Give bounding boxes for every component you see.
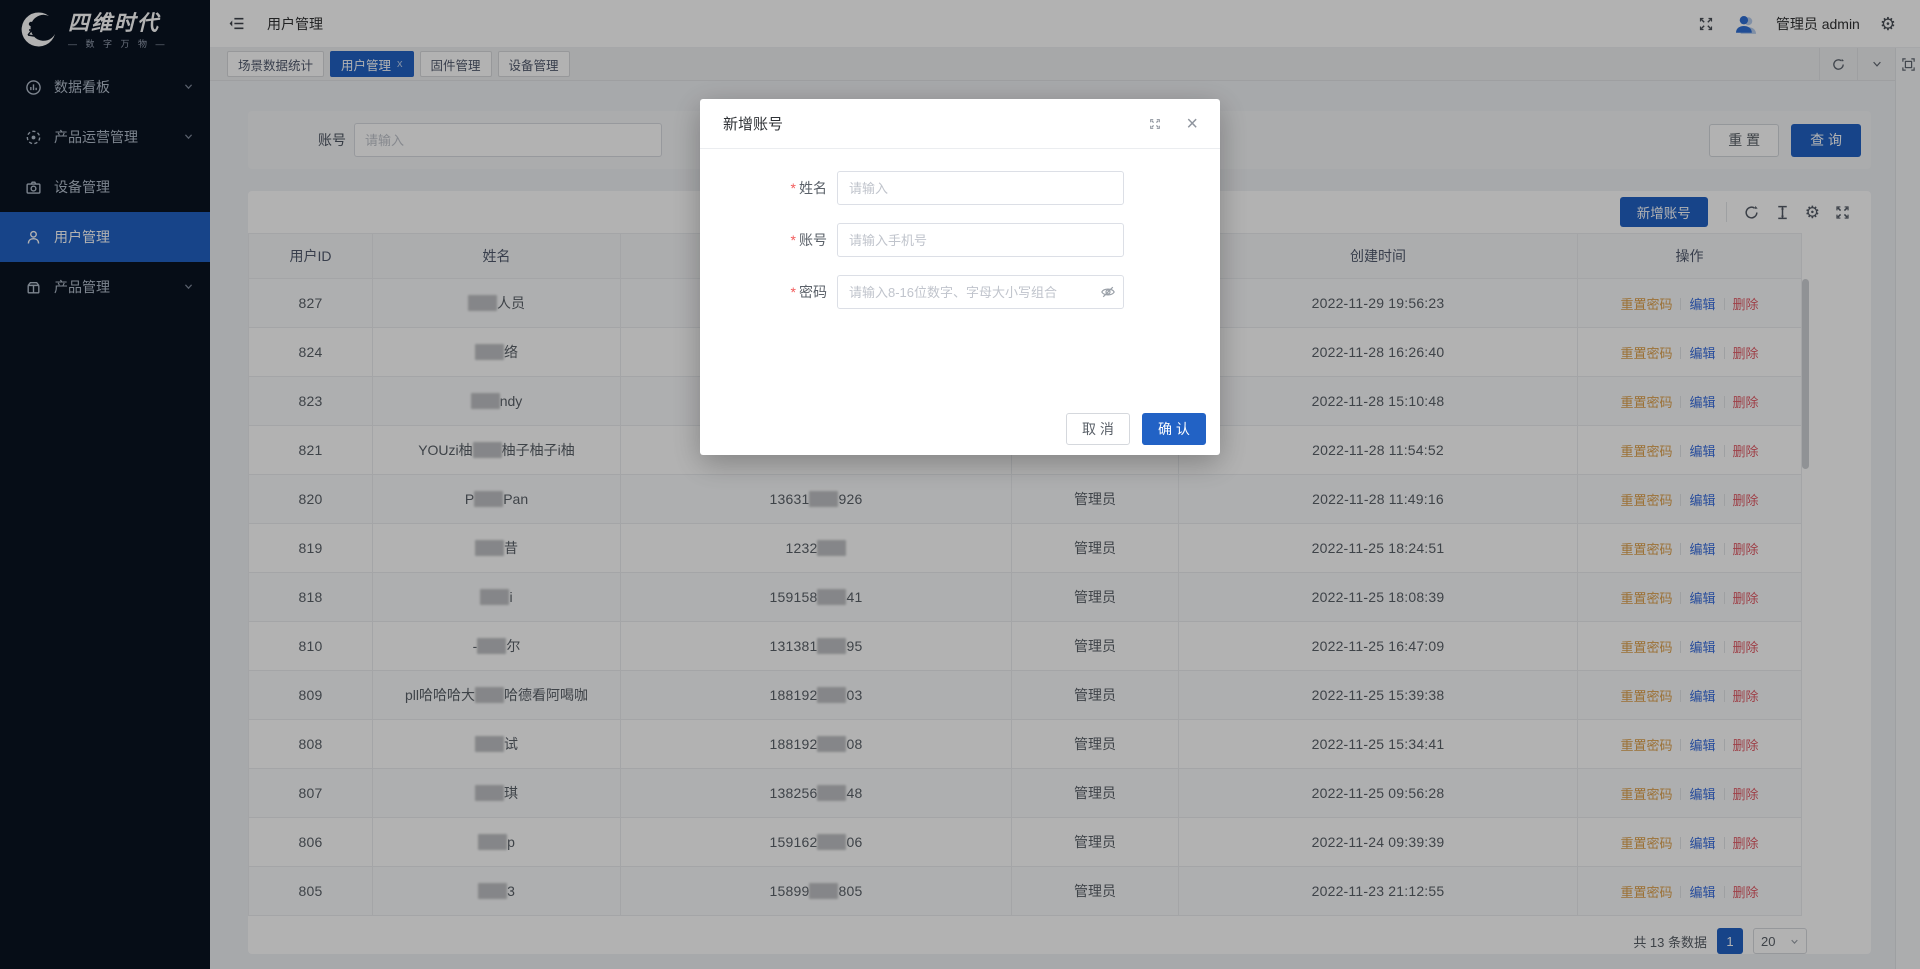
password-field-label: 密码	[799, 284, 827, 300]
password-field[interactable]	[837, 275, 1124, 309]
required-asterisk: *	[791, 284, 796, 300]
confirm-button[interactable]: 确 认	[1142, 413, 1206, 445]
account-field[interactable]	[837, 223, 1124, 257]
cancel-button[interactable]: 取 消	[1066, 413, 1130, 445]
name-field[interactable]	[837, 171, 1124, 205]
required-asterisk: *	[791, 232, 796, 248]
add-account-modal: 新增账号 × *姓名 *账号 *密码	[700, 99, 1220, 455]
modal-expand-icon[interactable]	[1148, 117, 1162, 131]
account-field-label: 账号	[799, 232, 827, 248]
modal-title: 新增账号	[723, 113, 783, 134]
name-field-label: 姓名	[799, 180, 827, 196]
required-asterisk: *	[791, 180, 796, 196]
eye-off-icon[interactable]	[1100, 284, 1116, 303]
modal-close-icon[interactable]: ×	[1186, 114, 1198, 134]
